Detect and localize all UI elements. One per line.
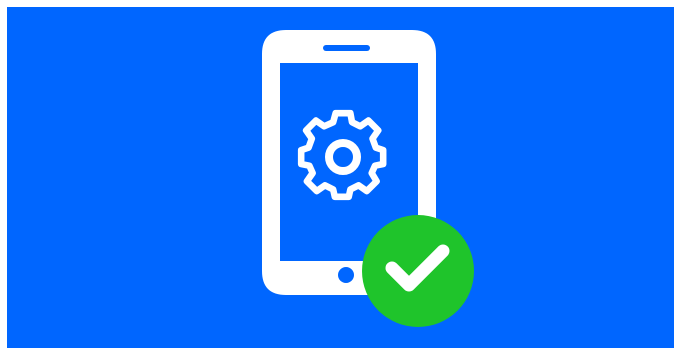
checkmark-badge-icon: [362, 215, 474, 327]
gear-icon: [297, 109, 387, 201]
phone-home-button: [338, 267, 354, 283]
phone-settings-illustration: [262, 30, 474, 327]
phone-speaker-slot: [323, 45, 370, 51]
image-frame: [0, 0, 681, 355]
gear-center-ring: [325, 139, 361, 175]
gear-outline: [297, 109, 387, 201]
